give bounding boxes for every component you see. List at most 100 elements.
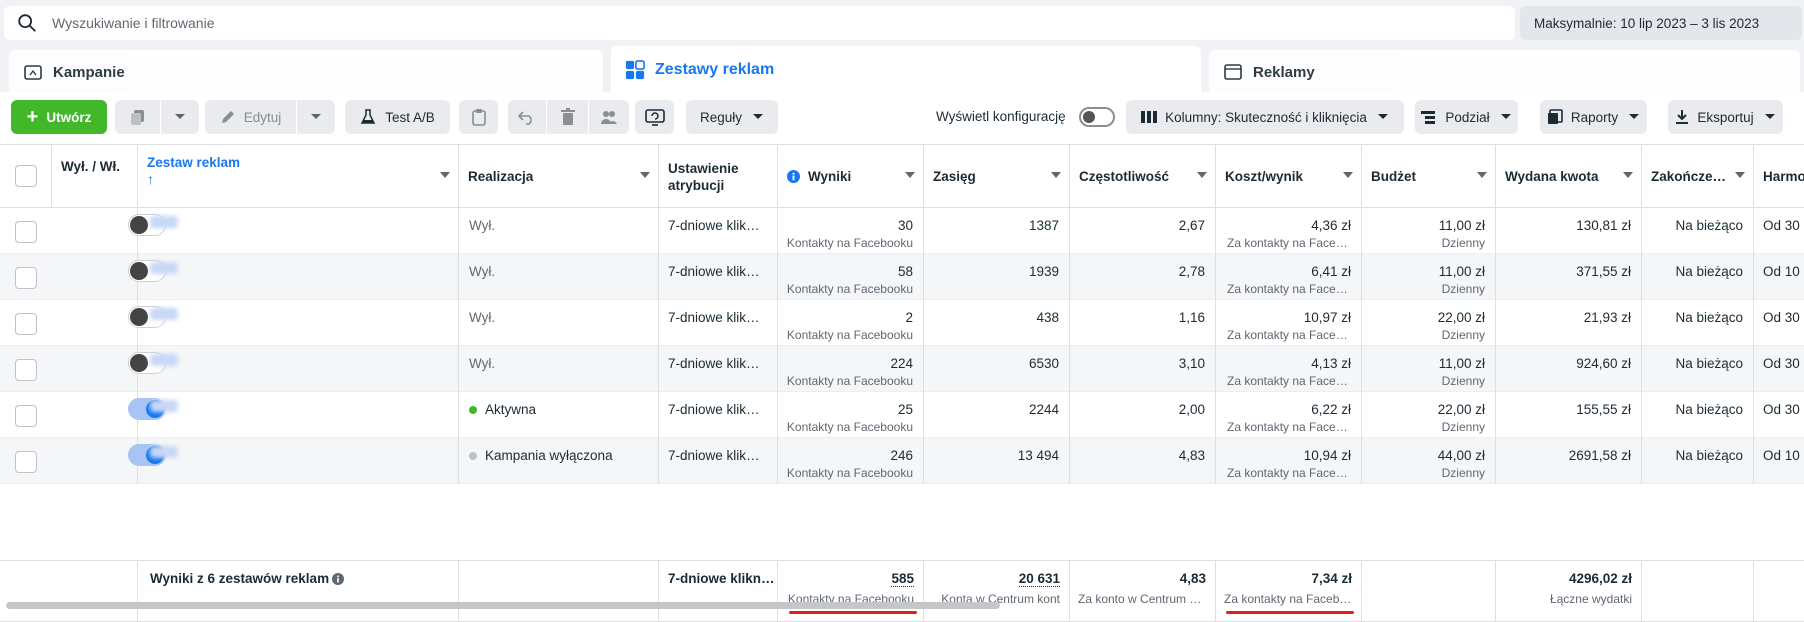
tab-campaigns[interactable]: Kampanie xyxy=(9,50,603,94)
ab-test-button[interactable]: Test A/B xyxy=(345,100,450,134)
column-menu-icon[interactable] xyxy=(1343,172,1353,178)
delivery-status: Aktywna xyxy=(485,402,537,417)
undo-icon xyxy=(518,111,532,125)
column-schedule[interactable]: Harmo xyxy=(1754,145,1804,208)
table-row[interactable]: Aktywna 7-dniowe klik… 25 Kontakty na Faceb… xyxy=(0,392,1804,438)
columns-icon xyxy=(1141,111,1158,123)
edit-button[interactable]: Edytuj xyxy=(205,100,296,134)
budget-type: Dzienny xyxy=(1441,282,1485,296)
table-row[interactable]: Wył. 7-dniowe klik… 30 Kontakty na Facebook… xyxy=(0,208,1804,254)
reach-value: 6530 xyxy=(1028,356,1059,371)
date-range-picker[interactable]: Maksymalnie: 10 lip 2023 – 3 lis 2023 xyxy=(1520,6,1802,40)
row-checkbox[interactable] xyxy=(15,267,37,289)
column-results[interactable]: Wyniki xyxy=(778,145,924,208)
rules-button[interactable]: Reguły xyxy=(686,100,778,134)
info-icon[interactable] xyxy=(332,573,344,585)
results-value: 224 xyxy=(890,356,913,371)
duplicate-menu-button[interactable] xyxy=(161,100,199,134)
ad-set-name-redacted[interactable] xyxy=(150,216,178,228)
cost-per-result-type: Za kontakty na Facebooku xyxy=(1227,420,1351,434)
clipboard-button[interactable] xyxy=(459,100,498,134)
search-input[interactable]: Wyszukiwanie i filtrowanie xyxy=(4,6,1515,40)
ad-set-name-redacted[interactable] xyxy=(150,446,178,458)
cost-per-result-type: Za kontakty na Facebooku xyxy=(1227,374,1351,388)
tab-ads[interactable]: Reklamy xyxy=(1209,50,1800,94)
column-on-off[interactable]: Wył. / Wł. xyxy=(52,145,138,208)
row-checkbox[interactable] xyxy=(15,221,37,243)
totals-frequency-sub: Za konto w Centrum kont xyxy=(1078,592,1206,606)
column-menu-icon[interactable] xyxy=(1735,172,1745,178)
column-frequency[interactable]: Częstotliwość xyxy=(1070,145,1216,208)
column-budget[interactable]: Budżet xyxy=(1362,145,1496,208)
chevron-down-icon xyxy=(175,114,185,119)
horizontal-scrollbar[interactable] xyxy=(6,602,1000,609)
plus-icon: + xyxy=(26,106,39,128)
end-date-value: Na bieżąco xyxy=(1675,356,1743,371)
budget-value: 11,00 zł xyxy=(1438,218,1485,233)
column-delivery[interactable]: Realizacja xyxy=(459,145,659,208)
select-all-checkbox[interactable] xyxy=(15,165,37,187)
tab-ad-sets[interactable]: Zestawy reklam xyxy=(611,46,1201,94)
column-menu-icon[interactable] xyxy=(640,172,650,178)
reports-button[interactable]: Raporty xyxy=(1540,100,1647,134)
column-menu-icon[interactable] xyxy=(440,172,450,178)
column-attribution[interactable]: Ustawienie atrybucji xyxy=(659,145,778,208)
budget-type: Dzienny xyxy=(1441,420,1485,434)
table-row[interactable]: Kampania wyłączona 7-dniowe klik… 246 Konta… xyxy=(0,438,1804,484)
duplicate-button[interactable] xyxy=(115,100,160,134)
chevron-down-icon xyxy=(1377,114,1388,119)
table-row[interactable]: Wył. 7-dniowe klik… 2 Kontakty na Facebooku… xyxy=(0,300,1804,346)
column-menu-icon[interactable] xyxy=(905,172,915,178)
end-date-value: Na bieżąco xyxy=(1675,264,1743,279)
amount-spent-value: 155,55 zł xyxy=(1576,402,1631,417)
results-value: 246 xyxy=(890,448,913,463)
table-row[interactable]: Wył. 7-dniowe klik… 224 Kontakty na Faceboo… xyxy=(0,346,1804,392)
reach-value: 13 494 xyxy=(1017,448,1059,463)
row-checkbox[interactable] xyxy=(15,313,37,335)
budget-value: 22,00 zł xyxy=(1437,310,1485,325)
reports-icon xyxy=(1547,109,1563,124)
highlight-underline xyxy=(789,611,917,614)
ad-set-name-redacted[interactable] xyxy=(150,262,178,274)
row-checkbox[interactable] xyxy=(15,405,37,427)
totals-label-cell: Wyniki z 6 zestawów reklam xyxy=(138,561,459,622)
column-cost-per-result[interactable]: Koszt/wynik xyxy=(1216,145,1362,208)
column-amount-spent[interactable]: Wydana kwota xyxy=(1496,145,1642,208)
export-button[interactable]: Eksportuj xyxy=(1668,100,1783,134)
column-ends[interactable]: Zakończe… xyxy=(1642,145,1754,208)
undo-button[interactable] xyxy=(508,100,546,134)
column-reach[interactable]: Zasięg xyxy=(924,145,1070,208)
duplicate-icon xyxy=(130,110,144,125)
column-menu-icon[interactable] xyxy=(1051,172,1061,178)
highlight-underline xyxy=(1226,611,1354,614)
show-config-toggle[interactable] xyxy=(1079,107,1115,127)
column-ad-set[interactable]: Zestaw reklam ↑ xyxy=(138,145,459,208)
ad-set-name-redacted[interactable] xyxy=(150,308,178,320)
preview-button[interactable] xyxy=(635,100,674,134)
breakdown-button[interactable]: Podział xyxy=(1415,100,1518,134)
frequency-value: 4,83 xyxy=(1178,448,1205,463)
attribution-setting: 7-dniowe klik… xyxy=(668,448,760,463)
column-menu-icon[interactable] xyxy=(1197,172,1207,178)
flask-icon xyxy=(361,109,376,124)
show-config-label: Wyświetl konfigurację xyxy=(936,109,1066,124)
column-menu-icon[interactable] xyxy=(1623,172,1633,178)
audience-button[interactable] xyxy=(589,100,629,134)
table-row[interactable]: Wył. 7-dniowe klik… 58 Kontakty na Facebook… xyxy=(0,254,1804,300)
row-checkbox[interactable] xyxy=(15,359,37,381)
create-button[interactable]: + Utwórz xyxy=(11,100,107,134)
frequency-value: 2,00 xyxy=(1178,402,1205,417)
delete-button[interactable] xyxy=(547,100,588,134)
totals-label: Wyniki z 6 zestawów reklam xyxy=(150,571,330,586)
cost-per-result-value: 6,41 zł xyxy=(1311,264,1351,279)
totals-attribution: 7-dniowe klikn… xyxy=(668,571,775,586)
budget-value: 44,00 zł xyxy=(1437,448,1485,463)
results-value: 2 xyxy=(905,310,913,325)
ad-set-name-redacted[interactable] xyxy=(150,400,178,412)
row-checkbox[interactable] xyxy=(15,451,37,473)
status-dot xyxy=(469,406,477,415)
column-menu-icon[interactable] xyxy=(1477,172,1487,178)
columns-button[interactable]: Kolumny: Skuteczność i kliknięcia xyxy=(1126,100,1404,134)
edit-menu-button[interactable] xyxy=(297,100,335,134)
ad-set-name-redacted[interactable] xyxy=(150,354,178,366)
